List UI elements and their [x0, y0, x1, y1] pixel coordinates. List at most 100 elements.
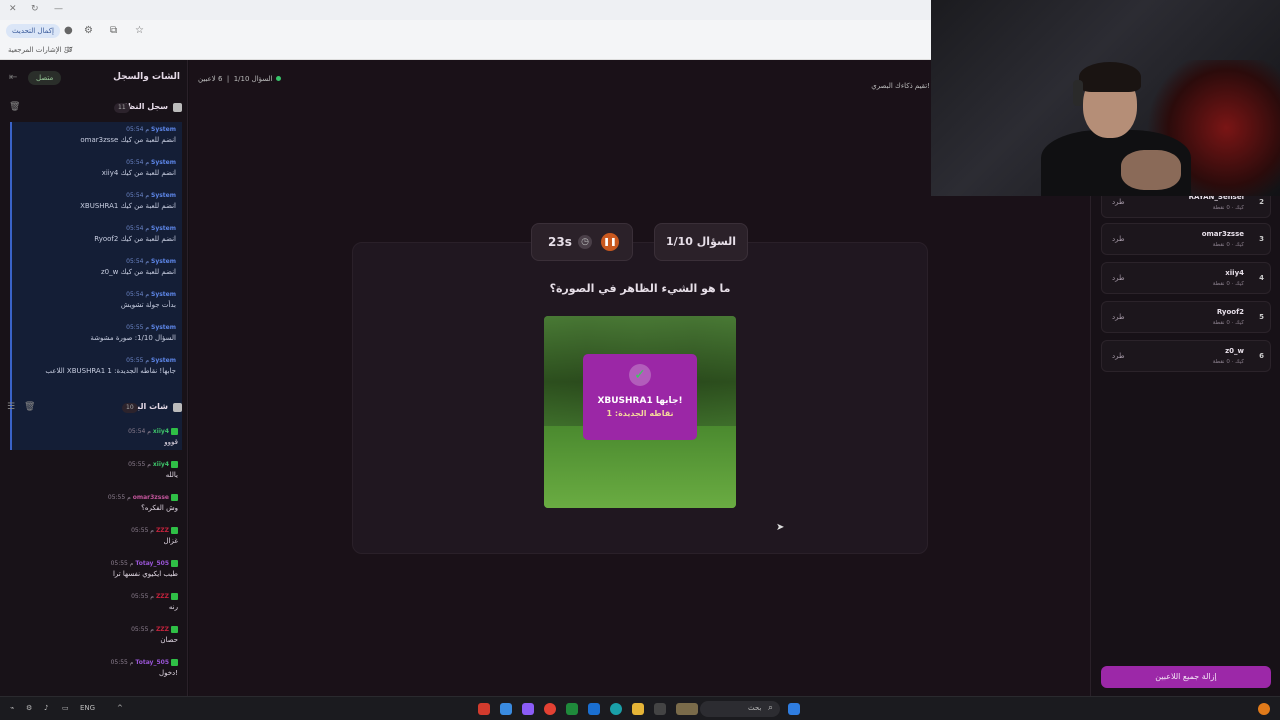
- restore-icon[interactable]: ↻: [31, 4, 39, 14]
- notification-icon[interactable]: [1258, 703, 1270, 715]
- question-counter: السؤال 1/10: [654, 223, 748, 261]
- kick-icon: [171, 494, 178, 501]
- chat-message: 05:55 م omar3zsse وش الفكره؟: [107, 494, 178, 512]
- winner-text: XBUSHRA1 جابها!: [597, 396, 683, 406]
- remove-all-players-button[interactable]: إزالة جميع اللاعبين: [1101, 666, 1271, 688]
- kick-icon: [171, 461, 178, 468]
- check-icon: ✓: [629, 364, 651, 386]
- log-item: 05:54 م System omar3zsse انضم للعبة من ك…: [80, 126, 176, 144]
- log-item: 05:54 م System z0_w انضم للعبة من كيك: [101, 258, 176, 276]
- log-item: 05:54 م System xiiy4 انضم للعبة من كيك: [101, 159, 176, 177]
- chrome-icon[interactable]: [544, 703, 556, 715]
- app-icon-3[interactable]: [522, 703, 534, 715]
- chat-message: 05:55 م ZZZ حصان: [131, 626, 178, 644]
- display-icon[interactable]: ▭: [62, 704, 69, 712]
- log-item: 05:55 م System السؤال 1/10: صورة مشوشة: [90, 324, 176, 342]
- clear-log-icon[interactable]: 🗑: [9, 102, 20, 112]
- bookmarks-bar: ▭ كل الإشارات المرجعية: [0, 42, 931, 60]
- search-placeholder: بحث: [748, 704, 762, 712]
- kick-player-button[interactable]: طرد: [1112, 274, 1125, 282]
- timer-value: 23s: [548, 235, 572, 249]
- tray-chevron-icon[interactable]: ^: [117, 704, 123, 712]
- wifi-icon[interactable]: ⌁: [10, 704, 14, 712]
- timer: 23s ◷ ❚❚: [531, 223, 633, 261]
- log-item: 05:54 م System XBUSHRA1 انضم للعبة من كي…: [80, 192, 176, 210]
- browser-titlebar: ✕ ↻ —: [0, 0, 931, 20]
- widget-icon[interactable]: [676, 703, 698, 715]
- chat-message: 05:55 م Totay_505 دخول!: [110, 659, 178, 677]
- chat-message: 05:55 م Totay_505 طيب ايكيوي نفسها ترا: [110, 560, 178, 578]
- correct-answer-card: ✓ XBUSHRA1 جابها! نقاطه الجديدة: 1: [583, 354, 697, 440]
- update-button[interactable]: إكمال التحديث: [6, 24, 60, 38]
- game-tagline: تقيم ذكاءك البصري!: [871, 82, 930, 90]
- kick-icon: [171, 428, 178, 435]
- log-item: 05:55 م System اللاعب XBUSHRA1 جابها! نق…: [45, 357, 176, 375]
- windows-start-icon[interactable]: [788, 703, 800, 715]
- panel-header: الشات والسجل متصل ⇤: [0, 68, 188, 88]
- stream-chat-header: شات البث 10 🗑 ☰: [0, 400, 188, 416]
- collapse-panel-icon[interactable]: ⇤: [9, 72, 17, 83]
- folder-icon[interactable]: [632, 703, 644, 715]
- system-log-header: سجل النظام 11 🗑: [0, 100, 188, 116]
- app-icon-1[interactable]: [478, 703, 490, 715]
- bookmarks-label[interactable]: كل الإشارات المرجعية: [8, 46, 73, 54]
- player-row: 3 omar3zsse كيك · 0 نقطة طرد: [1101, 223, 1271, 255]
- webcam-person-hands: [1121, 150, 1181, 190]
- system-log-count: 11: [114, 103, 130, 113]
- question-progress: السؤال 1/10: [233, 75, 273, 83]
- game-status: السؤال 1/10 | 6 لاعبين: [198, 75, 281, 83]
- kick-player-button[interactable]: طرد: [1112, 235, 1125, 243]
- webcam-overlay: [931, 0, 1280, 196]
- edge-icon[interactable]: [610, 703, 622, 715]
- split-icon[interactable]: ⧉: [110, 25, 117, 36]
- player-row: 6 z0_w كيك · 0 نقطة طرد: [1101, 340, 1271, 372]
- app-icon-9[interactable]: [654, 703, 666, 715]
- connection-status-badge: متصل: [28, 71, 62, 85]
- chat-icon: [173, 403, 182, 412]
- extensions-icon[interactable]: ⚙: [84, 25, 93, 36]
- panel-title: الشات والسجل: [113, 72, 180, 82]
- blurred-image: ✓ XBUSHRA1 جابها! نقاطه الجديدة: 1: [544, 316, 736, 508]
- kick-player-button[interactable]: طرد: [1112, 313, 1125, 321]
- kick-player-button[interactable]: طرد: [1112, 198, 1125, 206]
- kick-icon: [171, 560, 178, 567]
- log-item: 05:54 م System Ryoof2 انضم للعبة من كيك: [94, 225, 176, 243]
- kick-player-button[interactable]: طرد: [1112, 352, 1125, 360]
- taskbar: ⌁ ⚙ ♪ ▭ ENG ^ بحث ⌕: [0, 696, 1280, 720]
- volume-icon[interactable]: ♪: [44, 704, 48, 712]
- chat-message: 05:55 م ZZZ غزال: [131, 527, 178, 545]
- log-icon: [173, 103, 182, 112]
- kick-icon: [171, 527, 178, 534]
- search-icon: ⌕: [768, 703, 774, 713]
- star-icon[interactable]: ☆: [135, 25, 144, 36]
- chat-message: 05:54 م xiiy4 قووو: [128, 428, 178, 446]
- clear-chat-icon[interactable]: 🗑: [24, 402, 35, 412]
- kick-icon: [171, 659, 178, 666]
- close-icon[interactable]: ✕: [9, 4, 17, 14]
- chat-message: 05:55 م xiiy4 يالله: [128, 461, 178, 479]
- pause-button[interactable]: ❚❚: [601, 233, 619, 251]
- kick-icon: [171, 626, 178, 633]
- xbox-icon[interactable]: [566, 703, 578, 715]
- chat-message: 05:55 م ZZZ رنه: [131, 593, 178, 611]
- chat-count: 10: [122, 403, 138, 413]
- mouse-cursor-icon: ➤: [776, 522, 785, 533]
- profile-icon[interactable]: ●: [64, 25, 73, 36]
- taskbar-search[interactable]: بحث ⌕: [700, 701, 780, 717]
- log-item: 05:54 م System بدأت جولة تشويش: [120, 291, 176, 309]
- browser-toolbar: إكمال التحديث ● ⚙ ⧉ ☆: [0, 20, 931, 42]
- webcam-person-hair: [1079, 62, 1141, 92]
- settings-icon[interactable]: ⚙: [26, 704, 32, 712]
- question-text: ما هو الشيء الظاهر في الصورة؟: [549, 282, 731, 295]
- player-row: 5 Ryoof2 كيك · 0 نقطة طرد: [1101, 301, 1271, 333]
- webcam-headset: [1073, 80, 1083, 106]
- live-dot-icon: [275, 76, 281, 81]
- language-indicator[interactable]: ENG: [80, 704, 95, 712]
- outlook-icon[interactable]: [588, 703, 600, 715]
- filter-icon[interactable]: ☰: [7, 402, 15, 412]
- clock-icon: ◷: [578, 235, 592, 249]
- app-icon-2[interactable]: [500, 703, 512, 715]
- new-points-text: نقاطه الجديدة: 1: [606, 409, 674, 418]
- minimize-icon[interactable]: —: [54, 4, 63, 14]
- chat-log-panel: الشات والسجل متصل ⇤ سجل النظام 11 🗑 05:5…: [0, 60, 188, 696]
